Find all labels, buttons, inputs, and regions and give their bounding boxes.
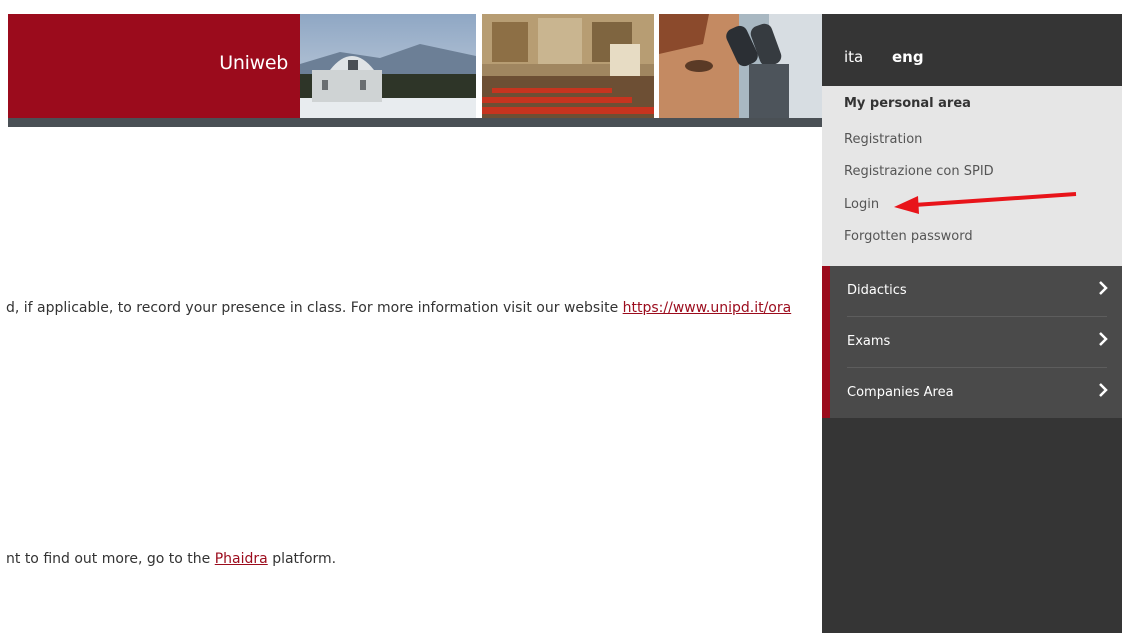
brand-block[interactable]: Uniweb [8, 14, 300, 118]
menu-item-label: Didactics [847, 283, 907, 298]
chevron-right-icon [1099, 332, 1108, 346]
language-switcher: ita eng [822, 14, 1122, 86]
personal-area-menu: My personal area Registration Registrazi… [822, 86, 1122, 266]
observatory-photo [300, 14, 476, 118]
login-link[interactable]: Login [844, 197, 879, 212]
header-banner: Uniweb [8, 14, 822, 118]
microscope-photo [659, 14, 822, 118]
menu-accent-bar [822, 266, 830, 418]
annotation-arrow-icon [894, 192, 1077, 214]
phaidra-link[interactable]: Phaidra [215, 551, 268, 567]
menu-item-label: Companies Area [847, 385, 954, 400]
unipd-website-link[interactable]: https://www.unipd.it/ora [623, 300, 792, 316]
phaidra-sentence-end: platform. [267, 551, 337, 567]
menu-item-exams[interactable]: Exams [830, 317, 1122, 367]
hall-photo [482, 14, 654, 118]
presence-info-sentence: d, if applicable, to record your presenc… [6, 300, 623, 316]
personal-area-title: My personal area [844, 96, 971, 111]
menu-item-companies-area[interactable]: Companies Area [830, 368, 1122, 418]
brand-name: Uniweb [219, 52, 288, 74]
banner-underline [8, 118, 822, 127]
forgotten-password-link[interactable]: Forgotten password [844, 229, 973, 244]
chevron-right-icon [1099, 383, 1108, 397]
phaidra-info-text: nt to find out more, go to the Phaidra p… [6, 551, 336, 567]
chevron-right-icon [1099, 281, 1108, 295]
menu-item-label: Exams [847, 334, 891, 349]
side-panel: ita eng My personal area Registration Re… [822, 14, 1122, 633]
menu-item-didactics[interactable]: Didactics [830, 266, 1122, 316]
language-ita[interactable]: ita [844, 48, 863, 66]
spid-registration-link[interactable]: Registrazione con SPID [844, 164, 994, 179]
language-eng[interactable]: eng [892, 48, 924, 66]
phaidra-sentence-start: nt to find out more, go to the [6, 551, 215, 567]
main-menu: Didactics Exams Companies Area [822, 266, 1122, 418]
registration-link[interactable]: Registration [844, 132, 922, 147]
presence-info-text: d, if applicable, to record your presenc… [6, 300, 820, 316]
